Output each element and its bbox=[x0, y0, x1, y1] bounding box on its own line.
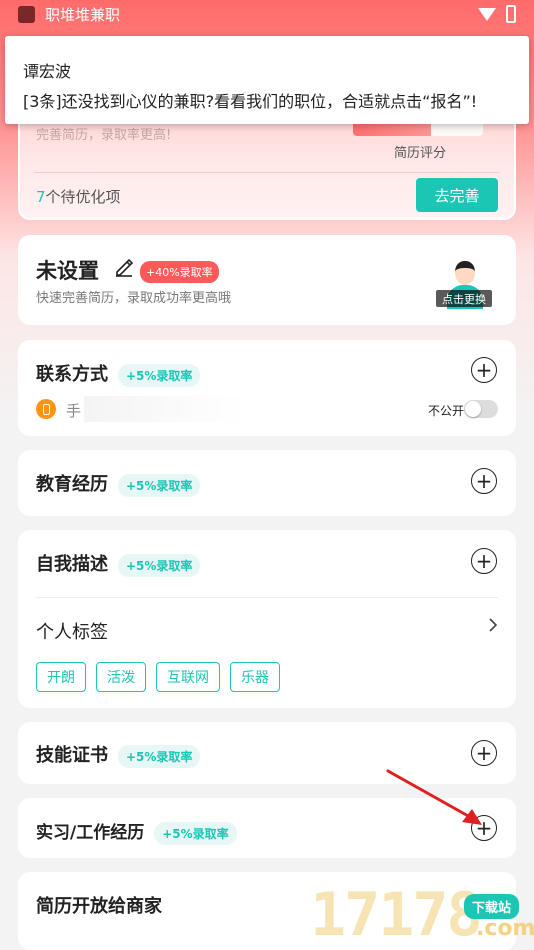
pending-count: 7 bbox=[36, 188, 46, 206]
open-resume-title: 简历开放给商家 bbox=[36, 896, 162, 917]
contact-rate-badge: +5%录取率 bbox=[118, 363, 201, 387]
pending-text: 个待优化项 bbox=[45, 188, 121, 206]
pending-items: 7个待优化项 bbox=[36, 186, 121, 207]
app-name: 职堆堆兼职 bbox=[45, 5, 121, 24]
score-card-subtitle: 完善简历，录取率更高! bbox=[36, 128, 172, 143]
phone-icon bbox=[36, 399, 56, 419]
education-card: 教育经历 +5%录取率 + bbox=[18, 450, 516, 516]
status-bar: 职堆堆兼职 bbox=[0, 0, 534, 28]
add-contact-plus-icon[interactable]: + bbox=[471, 357, 497, 383]
watermark-logo: 17178 下载站 .com bbox=[300, 880, 534, 950]
change-avatar-label[interactable]: 点击更换 bbox=[436, 290, 492, 307]
education-rate-badge: +5%录取率 bbox=[118, 473, 201, 497]
watermark-number: 17178 bbox=[310, 880, 483, 950]
phone-label: 手 bbox=[66, 402, 82, 420]
app-icon bbox=[18, 5, 35, 23]
improve-button[interactable]: 去完善 bbox=[416, 178, 498, 212]
phone-number-masked bbox=[84, 396, 244, 422]
education-title: 教育经历 +5%录取率 bbox=[36, 470, 201, 497]
skills-title: 技能证书 +5%录取率 bbox=[36, 741, 201, 768]
tag-chip[interactable]: 活泼 bbox=[96, 662, 146, 692]
divider bbox=[36, 597, 498, 598]
public-label: 不公开 bbox=[428, 404, 465, 418]
tag-chips: 开朗 活泼 互联网 乐器 bbox=[36, 662, 280, 692]
self-description-card: 自我描述 +5%录取率 + 个人标签 开朗 活泼 互联网 乐器 bbox=[18, 530, 516, 708]
tag-chip[interactable]: 互联网 bbox=[156, 662, 220, 692]
add-self-desc-plus-icon[interactable]: + bbox=[471, 548, 497, 574]
self-desc-title: 自我描述 +5%录取率 bbox=[36, 550, 201, 577]
profile-description: 快速完善简历，录取成功率更高哦 bbox=[36, 291, 232, 306]
score-label: 简历评分 bbox=[394, 146, 447, 161]
self-desc-rate-badge: +5%录取率 bbox=[118, 553, 201, 577]
public-toggle[interactable] bbox=[464, 400, 498, 418]
annotation-arrow-icon bbox=[386, 769, 482, 825]
internship-title: 实习/工作经历 +5%录取率 bbox=[36, 818, 237, 845]
internship-rate-badge: +5%录取率 bbox=[154, 821, 237, 845]
chevron-right-icon[interactable] bbox=[488, 617, 498, 636]
notification-sender: 谭宏波 bbox=[23, 62, 72, 81]
skills-rate-badge: +5%录取率 bbox=[118, 744, 201, 768]
contact-card: 联系方式 +5%录取率 + 手 不公开 bbox=[18, 340, 516, 436]
notification-message: [3条]还没找到心仪的兼职?看看我们的职位，合适就点击“报名”! bbox=[23, 92, 478, 111]
push-notification[interactable]: 谭宏波 [3条]还没找到心仪的兼职?看看我们的职位，合适就点击“报名”! bbox=[5, 36, 529, 124]
battery-icon bbox=[506, 5, 516, 23]
profile-name: 未设置 bbox=[36, 259, 99, 283]
tag-chip[interactable]: 开朗 bbox=[36, 662, 86, 692]
profile-rate-badge: +40%录取率 bbox=[140, 261, 219, 283]
tag-chip[interactable]: 乐器 bbox=[230, 662, 280, 692]
divider bbox=[34, 172, 500, 173]
profile-card[interactable]: 未设置 +40%录取率 快速完善简历，录取成功率更高哦 点击更换 bbox=[18, 235, 516, 325]
add-skills-plus-icon[interactable]: + bbox=[471, 740, 497, 766]
pencil-icon[interactable] bbox=[114, 257, 134, 282]
tags-title[interactable]: 个人标签 bbox=[36, 618, 108, 644]
watermark-domain: .com bbox=[476, 916, 534, 941]
contact-title: 联系方式 +5%录取率 bbox=[36, 360, 201, 387]
add-education-plus-icon[interactable]: + bbox=[471, 468, 497, 494]
wifi-icon bbox=[478, 7, 496, 21]
